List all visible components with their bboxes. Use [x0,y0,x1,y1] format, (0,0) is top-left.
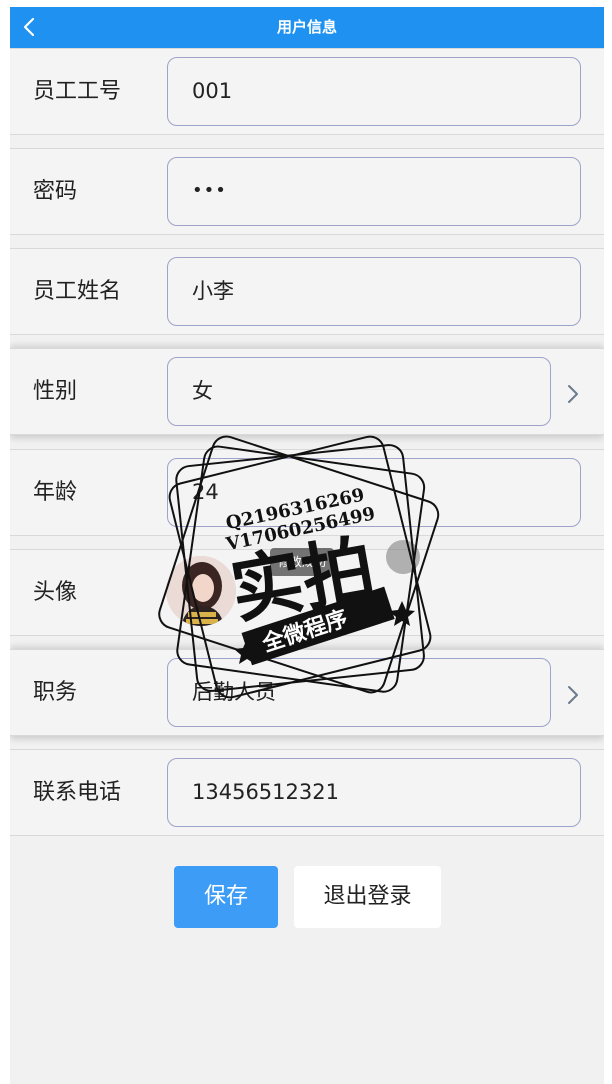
age-input[interactable]: 24 [167,458,581,527]
chevron-right-icon[interactable] [566,381,580,407]
form-row-age: 年龄 24 [10,449,604,536]
employee-name-label: 员工姓名 [33,279,122,304]
form-row-gender: 性别 女 [10,348,604,435]
form-row-position: 职务 后勤人员 [10,649,604,736]
toast-message: 修改成功 [270,548,335,576]
logout-button[interactable]: 退出登录 [294,866,441,928]
employee-id-label: 员工工号 [33,79,122,104]
position-label: 职务 [33,680,78,705]
avatar[interactable] [166,556,236,626]
employee-id-input[interactable]: 001 [167,57,581,126]
age-label: 年龄 [33,480,78,505]
password-input[interactable]: ••• [167,157,581,226]
gender-select[interactable]: 女 [167,357,551,426]
form-row-phone: 联系电话 13456512321 [10,749,604,836]
avatar-label: 头像 [33,580,78,605]
form-row-employee-name: 员工姓名 小李 [10,248,604,335]
form-row-employee-id: 员工工号 001 [10,48,604,135]
password-label: 密码 [33,179,78,204]
app-screen: 用户信息 员工工号 001 密码 ••• 员工姓名 小李 性别 女 年龄 24 … [10,7,604,1084]
phone-label: 联系电话 [33,780,122,805]
navbar: 用户信息 [10,7,604,48]
employee-name-input[interactable]: 小李 [167,257,581,326]
phone-input[interactable]: 13456512321 [167,758,581,827]
avatar-image [166,556,236,626]
gender-label: 性别 [33,379,78,404]
page-title: 用户信息 [276,18,337,36]
save-button[interactable]: 保存 [174,866,278,928]
loading-spinner [386,540,420,574]
form-row-password: 密码 ••• [10,148,604,235]
position-select[interactable]: 后勤人员 [167,658,551,727]
chevron-right-icon[interactable] [566,682,580,708]
